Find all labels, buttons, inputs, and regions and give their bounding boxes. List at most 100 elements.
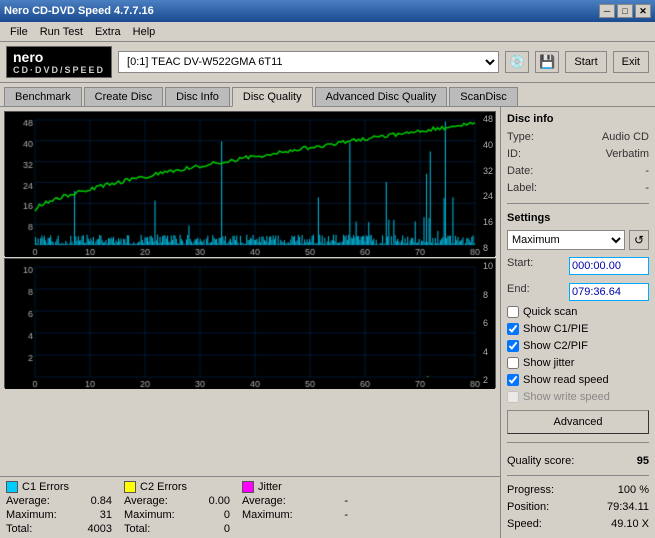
right-panel: Disc info Type: Audio CD ID: Verbatim Da… (500, 107, 655, 538)
jitter-avg-label: Average: (242, 495, 286, 507)
position-label: Position: (507, 501, 549, 513)
window-title: Nero CD-DVD Speed 4.7.7.16 (4, 5, 154, 17)
jitter-label: Jitter (258, 481, 282, 493)
c2-total-value: 0 (224, 523, 230, 535)
end-time-label: End: (507, 283, 530, 301)
c1-average-row: Average: 0.84 (6, 495, 116, 507)
disc-id-row: ID: Verbatim (507, 148, 649, 160)
disc-type-row: Type: Audio CD (507, 131, 649, 143)
show-read-speed-checkbox[interactable] (507, 374, 519, 386)
jitter-color-indicator (242, 481, 254, 493)
tab-disc-quality[interactable]: Disc Quality (232, 87, 313, 107)
title-bar: Nero CD-DVD Speed 4.7.7.16 ─ □ ✕ (0, 0, 655, 22)
c2-max-label: Maximum: (124, 509, 175, 521)
progress-row: Progress: 100 % (507, 484, 649, 496)
speed-select[interactable]: Maximum (507, 230, 625, 250)
tab-disc-info[interactable]: Disc Info (165, 87, 230, 106)
show-c2-pif-label: Show C2/PIF (523, 340, 588, 352)
c2-average-row: Average: 0.00 (124, 495, 234, 507)
exit-button[interactable]: Exit (613, 51, 649, 73)
left-panel: 48 40 32 24 16 8 10 8 6 4 2 (0, 107, 500, 538)
show-c2-pif-checkbox[interactable] (507, 340, 519, 352)
end-time-row: End: (507, 283, 649, 301)
advanced-button[interactable]: Advanced (507, 410, 649, 434)
show-c1-pie-checkbox[interactable] (507, 323, 519, 335)
show-write-speed-checkbox[interactable] (507, 391, 519, 403)
show-jitter-checkbox[interactable] (507, 357, 519, 369)
maximize-button[interactable]: □ (617, 4, 633, 18)
window-controls: ─ □ ✕ (599, 4, 651, 18)
jitter-header: Jitter (242, 481, 352, 493)
show-write-speed-label: Show write speed (523, 391, 610, 403)
refresh-button[interactable]: ↺ (629, 230, 649, 250)
disc-id-value: Verbatim (606, 148, 649, 160)
c1-avg-label: Average: (6, 495, 50, 507)
c2-total-row: Total: 0 (124, 523, 234, 535)
c1-avg-value: 0.84 (91, 495, 112, 507)
disc-label-label: Label: (507, 182, 537, 194)
logo-nero: nero (13, 49, 105, 65)
drive-select[interactable]: [0:1] TEAC DV-W522GMA 6T11 (118, 51, 499, 73)
disc-date-label: Date: (507, 165, 533, 177)
menu-file[interactable]: File (4, 24, 34, 40)
c1-errors-group: C1 Errors Average: 0.84 Maximum: 31 Tota… (6, 481, 116, 534)
header: nero CD·DVD/SPEED [0:1] TEAC DV-W522GMA … (0, 42, 655, 83)
position-value: 79:34.11 (607, 501, 649, 513)
show-write-speed-row: Show write speed (507, 391, 649, 403)
jitter-average-row: Average: - (242, 495, 352, 507)
divider-3 (507, 475, 649, 476)
progress-value: 100 % (618, 484, 649, 496)
speed-label: Speed: (507, 518, 542, 530)
disc-info-title: Disc info (507, 113, 649, 125)
show-c2-pif-row: Show C2/PIF (507, 340, 649, 352)
start-time-input[interactable] (569, 257, 649, 275)
tab-scan-disc[interactable]: ScanDisc (449, 87, 517, 106)
menu-help[interactable]: Help (127, 24, 162, 40)
settings-title: Settings (507, 212, 649, 224)
show-jitter-row: Show jitter (507, 357, 649, 369)
c1-header: C1 Errors (6, 481, 116, 493)
position-row: Position: 79:34.11 (507, 501, 649, 513)
speed-row: Speed: 49.10 X (507, 518, 649, 530)
menu-run-test[interactable]: Run Test (34, 24, 89, 40)
disc-label-row: Label: - (507, 182, 649, 194)
tab-advanced-disc-quality[interactable]: Advanced Disc Quality (315, 87, 448, 106)
disc-icon-button[interactable]: 💿 (505, 51, 529, 73)
c2-max-row: Maximum: 0 (124, 509, 234, 521)
jitter-group: Jitter Average: - Maximum: - (242, 481, 352, 534)
divider-2 (507, 442, 649, 443)
tab-create-disc[interactable]: Create Disc (84, 87, 163, 106)
logo: nero CD·DVD/SPEED (6, 46, 112, 78)
chart-top: 48 40 32 24 16 8 (4, 111, 496, 256)
start-button[interactable]: Start (565, 51, 606, 73)
stats-area: C1 Errors Average: 0.84 Maximum: 31 Tota… (0, 476, 500, 538)
c1-total-row: Total: 4003 (6, 523, 116, 535)
disc-type-label: Type: (507, 131, 534, 143)
end-time-input[interactable] (569, 283, 649, 301)
jitter-max-label: Maximum: (242, 509, 293, 521)
disc-type-value: Audio CD (602, 131, 649, 143)
tabs: Benchmark Create Disc Disc Info Disc Qua… (0, 83, 655, 106)
disc-date-value: - (645, 165, 649, 177)
show-read-speed-label: Show read speed (523, 374, 609, 386)
c2-max-value: 0 (224, 509, 230, 521)
c2-header: C2 Errors (124, 481, 234, 493)
c1-color-indicator (6, 481, 18, 493)
logo-sub: CD·DVD/SPEED (13, 65, 105, 75)
jitter-avg-value: - (344, 495, 348, 507)
menu-extra[interactable]: Extra (89, 24, 127, 40)
minimize-button[interactable]: ─ (599, 4, 615, 18)
c2-errors-group: C2 Errors Average: 0.00 Maximum: 0 Total… (124, 481, 234, 534)
show-jitter-label: Show jitter (523, 357, 574, 369)
menu-bar: File Run Test Extra Help (0, 22, 655, 42)
speed-value: 49.10 X (611, 518, 649, 530)
close-button[interactable]: ✕ (635, 4, 651, 18)
quality-score-value: 95 (637, 455, 649, 467)
chart-bottom: 10 8 6 4 2 (4, 258, 496, 388)
tab-benchmark[interactable]: Benchmark (4, 87, 82, 106)
quick-scan-checkbox[interactable] (507, 306, 519, 318)
disc-label-value: - (645, 182, 649, 194)
save-icon-button[interactable]: 💾 (535, 51, 559, 73)
disc-date-row: Date: - (507, 165, 649, 177)
c1-total-label: Total: (6, 523, 32, 535)
